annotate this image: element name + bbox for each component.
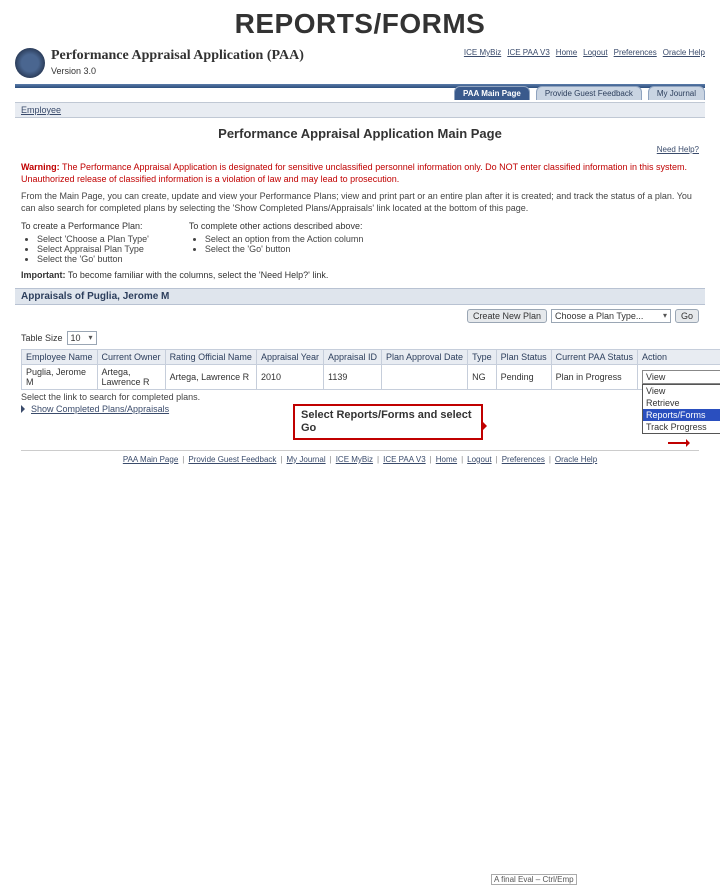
plan-type-select[interactable]: Choose a Plan Type... ▾ [551, 309, 671, 323]
table-size-value: 10 [71, 333, 81, 343]
col-owner[interactable]: Current Owner [97, 349, 165, 364]
footer-link[interactable]: Preferences [502, 455, 545, 464]
table-size-select[interactable]: 10 ▾ [67, 331, 97, 345]
table-size-label: Table Size [21, 333, 63, 343]
cell-rating-official: Artega, Lawrence R [165, 364, 256, 389]
top-link[interactable]: Preferences [614, 48, 657, 57]
top-link[interactable]: Oracle Help [663, 48, 705, 57]
side-note: A final Eval – Ctrl/Emp [491, 874, 577, 885]
app-frame: Performance Appraisal Application (PAA) … [15, 44, 705, 464]
cell-type: NG [468, 364, 497, 389]
tab-my-journal[interactable]: My Journal [648, 86, 705, 100]
top-link[interactable]: ICE MyBiz [464, 48, 501, 57]
footer-link[interactable]: ICE PAA V3 [383, 455, 426, 464]
important-text: To become familiar with the columns, sel… [68, 270, 329, 280]
need-help-link[interactable]: Need Help? [15, 145, 705, 160]
action-dropdown[interactable]: View ▾ View Retrieve Reports/Forms Track… [642, 370, 720, 384]
callout-layer: Select Reports/Forms and select Go A fin… [15, 414, 705, 444]
instructions: From the Main Page, you can create, upda… [15, 187, 705, 218]
action-option-view[interactable]: View [643, 385, 720, 397]
chevron-down-icon: ▾ [89, 333, 93, 342]
col-action: Action [638, 349, 720, 364]
footer-link[interactable]: Home [436, 455, 457, 464]
tab-main-page[interactable]: PAA Main Page [454, 86, 530, 100]
list-item: Select 'Choose a Plan Type' [37, 234, 149, 244]
col-approval-date[interactable]: Plan Approval Date [382, 349, 468, 364]
warning-block: Warning: The Performance Appraisal Appli… [15, 160, 705, 187]
list-item: Select an option from the Action column [205, 234, 364, 244]
footer-link[interactable]: Oracle Help [555, 455, 597, 464]
footer-link[interactable]: ICE MyBiz [336, 455, 373, 464]
footer-link[interactable]: PAA Main Page [123, 455, 178, 464]
warning-label: Warning: [21, 162, 60, 172]
warning-text: The Performance Appraisal Application is… [21, 162, 687, 184]
instruction-callout: Select Reports/Forms and select Go [293, 404, 483, 440]
list-item: Select the 'Go' button [37, 254, 149, 264]
col-left: To create a Performance Plan: Select 'Ch… [21, 221, 149, 264]
below-table-text: Select the link to search for completed … [15, 390, 705, 404]
sub-nav-employee[interactable]: Employee [21, 105, 61, 115]
seal-icon [15, 48, 45, 78]
footer-link[interactable]: My Journal [286, 455, 325, 464]
col-right-head: To complete other actions described abov… [189, 221, 364, 231]
create-new-plan-button[interactable]: Create New Plan [467, 309, 547, 323]
instruction-columns: To create a Performance Plan: Select 'Ch… [15, 219, 705, 266]
table-size-row: Table Size 10 ▾ [15, 327, 705, 349]
important-note: Important: To become familiar with the c… [15, 266, 705, 284]
footer-links: PAA Main Page| Provide Guest Feedback| M… [21, 450, 699, 464]
tab-row: PAA Main Page Provide Guest Feedback My … [15, 86, 705, 100]
create-plan-go-button[interactable]: Go [675, 309, 699, 323]
show-completed-label: Show Completed Plans/Appraisals [31, 404, 169, 414]
important-label: Important: [21, 270, 66, 280]
slide-title: REPORTS/FORMS [0, 0, 720, 44]
top-link[interactable]: ICE PAA V3 [507, 48, 550, 57]
cell-year: 2010 [256, 364, 323, 389]
action-option-retrieve[interactable]: Retrieve [643, 397, 720, 409]
create-plan-row: Create New Plan Choose a Plan Type... ▾ … [15, 305, 705, 327]
cell-paa-status: Plan in Progress [551, 364, 637, 389]
col-right: To complete other actions described abov… [189, 221, 364, 264]
sub-nav-bar: Employee [15, 102, 705, 118]
cell-plan-status: Pending [496, 364, 551, 389]
page-title: Performance Appraisal Application Main P… [15, 118, 705, 145]
col-rating-official[interactable]: Rating Official Name [165, 349, 256, 364]
cell-employee: Puglia, Jerome M [22, 364, 98, 389]
col-employee[interactable]: Employee Name [22, 349, 98, 364]
top-link[interactable]: Home [556, 48, 577, 57]
cell-appraisal-id: 1139 [323, 364, 381, 389]
col-year[interactable]: Appraisal Year [256, 349, 323, 364]
footer-link[interactable]: Logout [467, 455, 491, 464]
cell-action: View ▾ View Retrieve Reports/Forms Track… [638, 364, 720, 389]
top-links: ICE MyBiz ICE PAA V3 Home Logout Prefere… [464, 48, 705, 57]
list-item: Select Appraisal Plan Type [37, 244, 149, 254]
col-left-head: To create a Performance Plan: [21, 221, 149, 231]
tab-guest-feedback[interactable]: Provide Guest Feedback [536, 86, 642, 100]
app-version: Version 3.0 [51, 66, 464, 76]
action-dropdown-options: View Retrieve Reports/Forms Track Progre… [642, 384, 720, 434]
action-option-reports-forms[interactable]: Reports/Forms [643, 409, 720, 421]
table-header-row: Employee Name Current Owner Rating Offic… [22, 349, 720, 364]
app-header: Performance Appraisal Application (PAA) … [15, 44, 705, 82]
header-titles: Performance Appraisal Application (PAA) … [51, 48, 464, 76]
list-item: Select the 'Go' button [205, 244, 364, 254]
action-option-track-progress[interactable]: Track Progress [643, 421, 720, 433]
col-type[interactable]: Type [468, 349, 497, 364]
action-selected: View [646, 372, 665, 382]
cell-approval-date [382, 364, 468, 389]
col-plan-status[interactable]: Plan Status [496, 349, 551, 364]
expand-icon [21, 405, 29, 413]
plan-type-placeholder: Choose a Plan Type... [555, 311, 643, 321]
chevron-down-icon: ▾ [663, 311, 667, 320]
top-link[interactable]: Logout [583, 48, 607, 57]
cell-owner: Artega, Lawrence R [97, 364, 165, 389]
app-title: Performance Appraisal Application (PAA) [51, 48, 464, 64]
col-appraisal-id[interactable]: Appraisal ID [323, 349, 381, 364]
table-row: Puglia, Jerome M Artega, Lawrence R Arte… [22, 364, 720, 389]
footer-link[interactable]: Provide Guest Feedback [188, 455, 276, 464]
appraisals-table: Employee Name Current Owner Rating Offic… [21, 349, 720, 390]
col-paa-status[interactable]: Current PAA Status [551, 349, 637, 364]
appraisals-section-header: Appraisals of Puglia, Jerome M [15, 288, 705, 305]
